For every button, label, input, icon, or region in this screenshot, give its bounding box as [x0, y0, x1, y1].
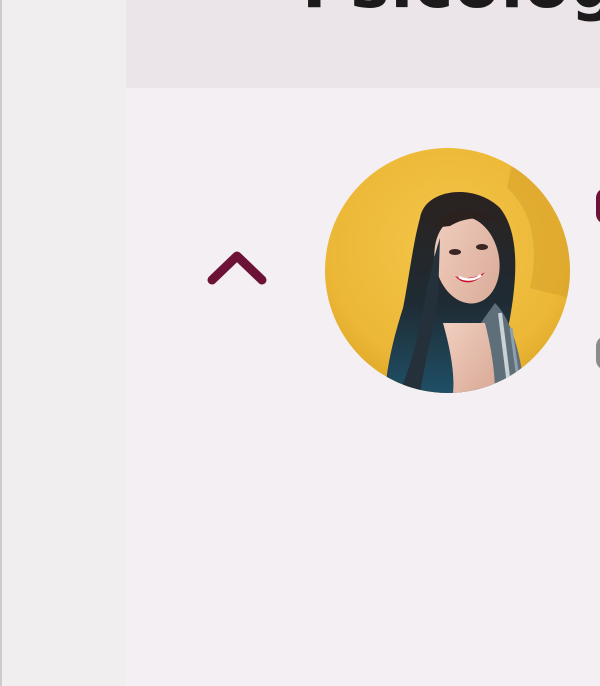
side-rail	[2, 0, 126, 686]
carousel-secondary-indicator[interactable]	[596, 336, 600, 370]
avatar-photo	[325, 148, 570, 393]
header-band: Psicologo	[126, 0, 600, 88]
page-title: Psicologo	[302, 0, 600, 18]
content-area	[126, 88, 600, 686]
avatar	[325, 148, 570, 393]
carousel-next-indicator[interactable]	[596, 188, 600, 224]
chevron-up-icon[interactable]	[204, 246, 270, 288]
